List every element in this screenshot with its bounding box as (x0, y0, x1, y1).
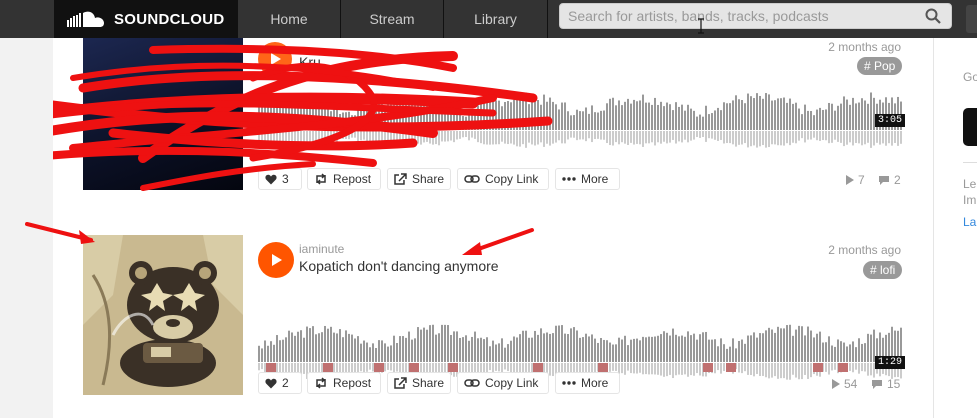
more-icon (562, 381, 576, 385)
play-count-value: 54 (844, 377, 858, 391)
track-artwork[interactable] (83, 235, 243, 395)
sidebar-divider (963, 162, 977, 163)
repost-icon (316, 173, 326, 185)
logo-text: SOUNDCLOUD (114, 10, 225, 28)
header-button[interactable] (966, 5, 977, 33)
comment-marker[interactable] (838, 363, 848, 372)
comment-count[interactable]: 2 (878, 173, 901, 187)
track-title[interactable]: Kru... (299, 54, 332, 70)
comment-count-value: 2 (894, 173, 901, 187)
comment-marker[interactable] (533, 363, 543, 372)
sidebar-text-line: Im (963, 193, 977, 207)
heart-icon (265, 174, 277, 184)
stream-list: Kru... 2 months ago # Pop 3:05 3 Repost … (25, 38, 933, 418)
more-label: More (581, 172, 609, 186)
link-icon (464, 175, 480, 183)
waveform[interactable] (258, 88, 903, 152)
app-store-badge[interactable] (963, 108, 977, 146)
repost-icon (316, 377, 326, 389)
track-item: Kru... 2 months ago # Pop 3:05 3 Repost … (53, 38, 933, 208)
comment-marker[interactable] (409, 363, 419, 372)
track-duration: 1:29 (875, 356, 906, 369)
nav-home[interactable]: Home (238, 0, 341, 38)
track-duration: 3:05 (875, 114, 906, 127)
share-label: Share (411, 376, 444, 390)
comment-icon (879, 175, 889, 185)
top-bar: SOUNDCLOUD Home Stream Library (0, 0, 977, 38)
comment-marker[interactable] (813, 363, 823, 372)
comment-marker[interactable] (703, 363, 713, 372)
share-icon (394, 377, 407, 389)
track-title[interactable]: Kopatich don't dancing anymore (299, 258, 499, 274)
play-icon (271, 53, 281, 65)
sidebar-text-line: Le (963, 177, 977, 191)
comment-marker[interactable] (448, 363, 458, 372)
like-count: 2 (282, 376, 289, 390)
posted-time: 2 months ago (828, 243, 901, 257)
posted-time: 2 months ago (828, 40, 901, 54)
repost-label: Repost (333, 172, 372, 186)
track-tag[interactable]: # Pop (857, 57, 903, 75)
like-button[interactable]: 2 (258, 372, 302, 394)
play-count: 7 (845, 173, 865, 187)
bear-artwork-image (83, 235, 243, 395)
search-box (559, 3, 952, 29)
text-cursor-icon (698, 18, 704, 34)
artist-name[interactable]: iaminute (299, 242, 344, 256)
track-tag[interactable]: # lofi (863, 261, 903, 279)
logo[interactable]: SOUNDCLOUD (54, 0, 238, 38)
comment-marker[interactable] (374, 363, 384, 372)
comment-marker[interactable] (598, 363, 608, 372)
comment-icon (872, 379, 882, 389)
repost-label: Repost (333, 376, 372, 390)
nav-stream[interactable]: Stream (341, 0, 444, 38)
more-button[interactable]: More (555, 372, 620, 394)
like-button[interactable]: 3 (258, 168, 302, 190)
play-count-value: 7 (858, 173, 865, 187)
play-count-icon (832, 379, 840, 389)
track-item: iaminute Kopatich don't dancing anymore … (53, 208, 933, 418)
play-button[interactable] (258, 242, 294, 278)
repost-button[interactable]: Repost (307, 168, 381, 190)
copy-link-label: Copy Link (485, 376, 539, 390)
play-count-icon (846, 175, 854, 185)
copy-link-button[interactable]: Copy Link (457, 168, 549, 190)
share-button[interactable]: Share (387, 372, 451, 394)
search-input[interactable] (560, 4, 951, 28)
like-count: 3 (282, 172, 289, 186)
share-label: Share (411, 172, 444, 186)
comment-count[interactable]: 15 (871, 377, 900, 391)
heart-icon (265, 378, 277, 388)
comment-marker[interactable] (323, 363, 333, 372)
more-label: More (581, 376, 609, 390)
play-icon (272, 254, 282, 266)
nav-library[interactable]: Library (444, 0, 548, 38)
play-button[interactable] (258, 42, 292, 76)
share-icon (394, 173, 407, 185)
copy-link-label: Copy Link (485, 172, 539, 186)
link-icon (464, 379, 480, 387)
repost-button[interactable]: Repost (307, 372, 381, 394)
share-button[interactable]: Share (387, 168, 451, 190)
soundcloud-logo-icon (67, 11, 104, 27)
search-icon[interactable] (925, 8, 941, 24)
more-button[interactable]: More (555, 168, 620, 190)
comment-marker[interactable] (266, 363, 276, 372)
track-artwork[interactable] (83, 38, 243, 190)
sidebar-heading: Go (963, 70, 977, 84)
copy-link-button[interactable]: Copy Link (457, 372, 549, 394)
sidebar-link[interactable]: La (963, 215, 976, 229)
more-icon (562, 177, 576, 181)
comment-marker[interactable] (726, 363, 736, 372)
play-count: 54 (831, 377, 857, 391)
comment-count-value: 15 (887, 377, 901, 391)
